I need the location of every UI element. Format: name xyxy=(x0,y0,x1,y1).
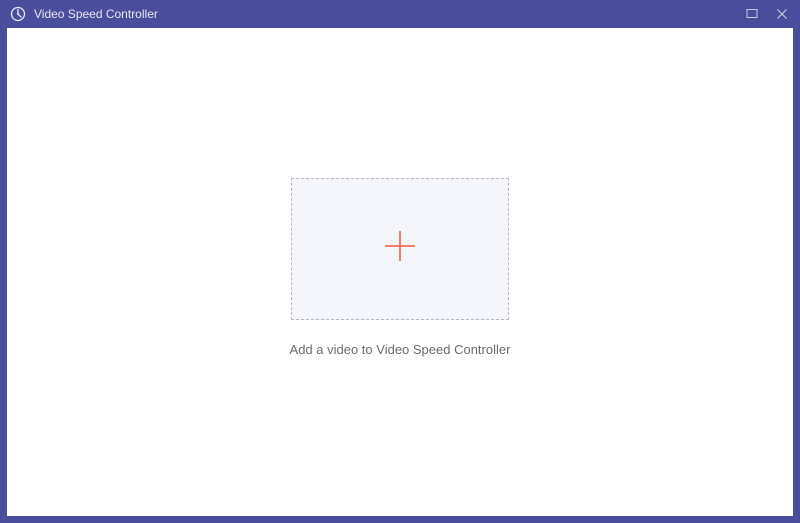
titlebar: Video Speed Controller xyxy=(0,0,800,28)
hint-text: Add a video to Video Speed Controller xyxy=(290,342,511,357)
plus-icon xyxy=(379,225,421,272)
content-area: Add a video to Video Speed Controller xyxy=(0,28,800,523)
add-video-dropzone[interactable] xyxy=(291,178,509,320)
minimize-button[interactable] xyxy=(744,6,760,22)
titlebar-right xyxy=(744,6,790,22)
window-title: Video Speed Controller xyxy=(34,7,158,21)
app-window: Video Speed Controller xyxy=(0,0,800,523)
app-icon xyxy=(10,6,26,22)
titlebar-left: Video Speed Controller xyxy=(10,6,158,22)
close-button[interactable] xyxy=(774,6,790,22)
empty-state: Add a video to Video Speed Controller xyxy=(290,178,511,357)
